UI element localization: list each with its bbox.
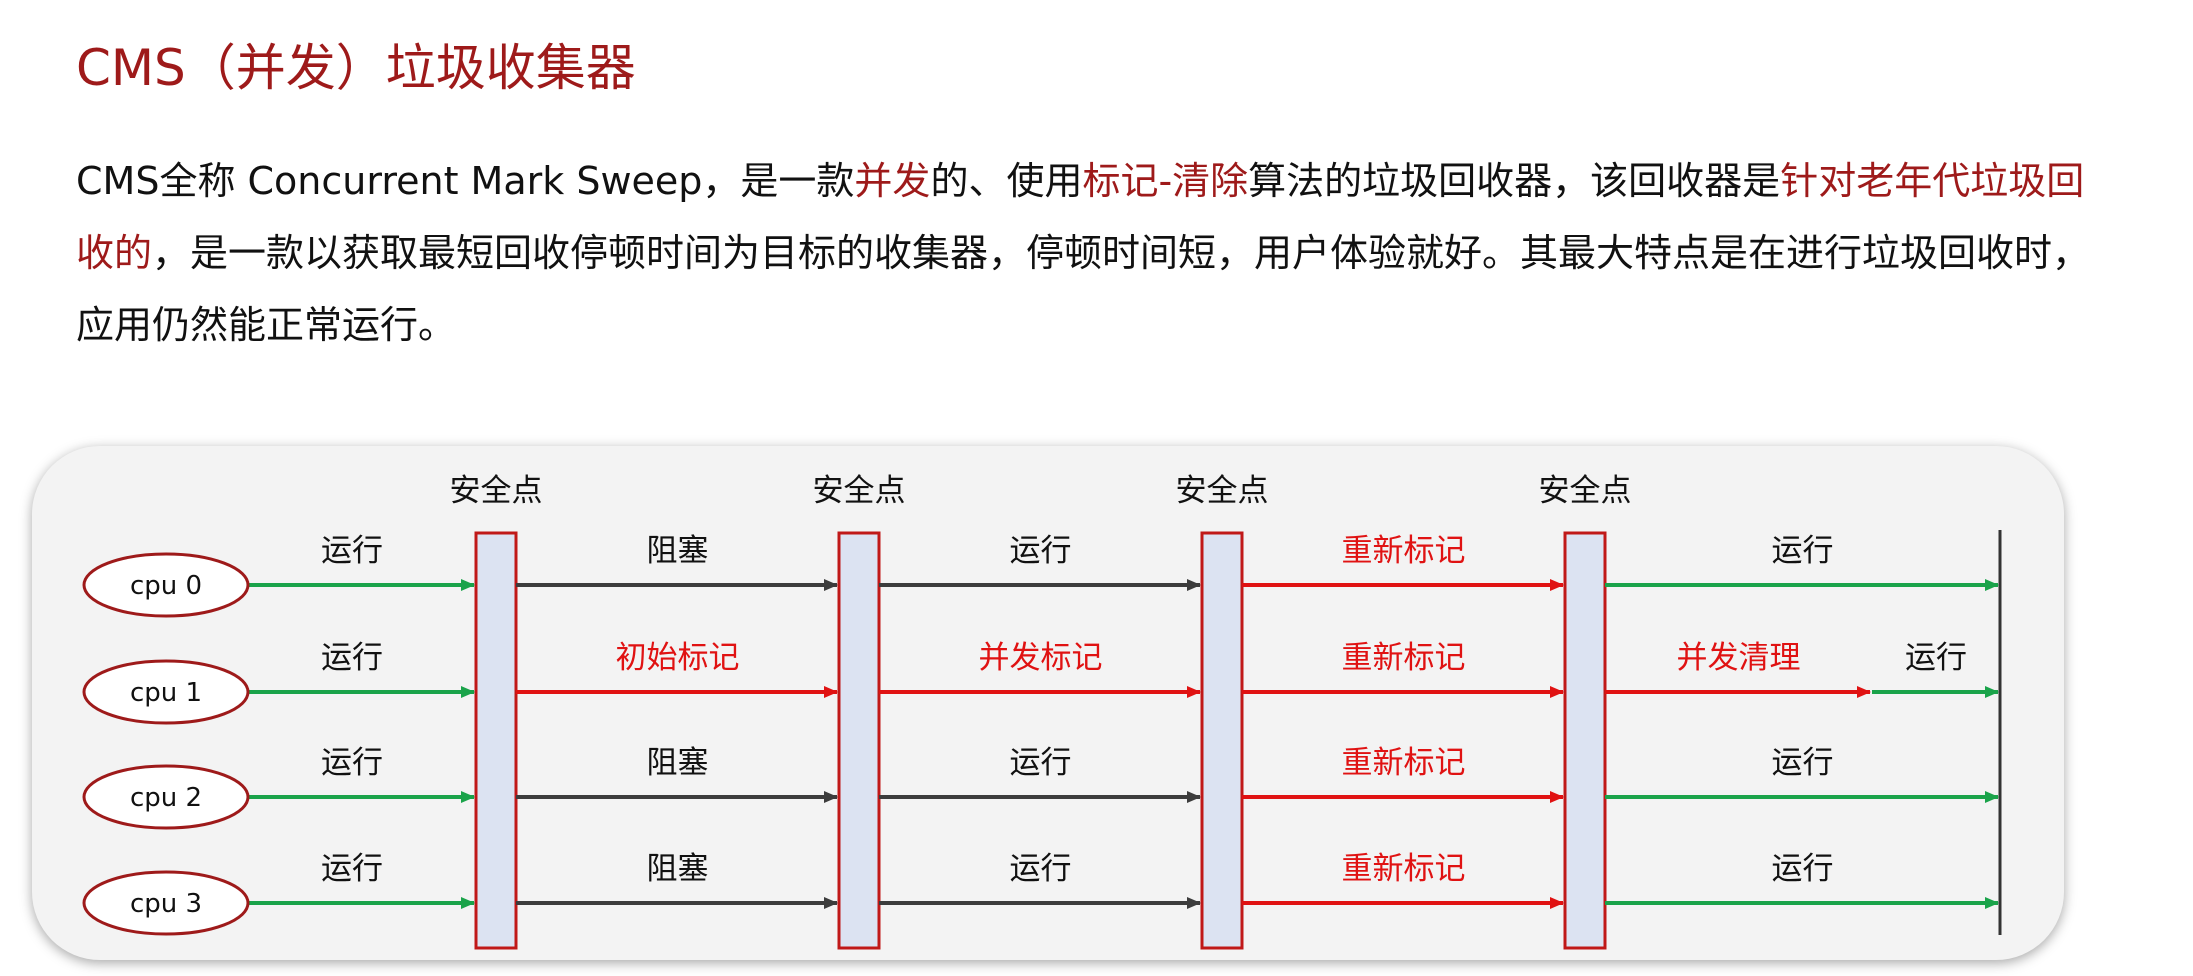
segment-label: 重新标记 (1342, 851, 1466, 887)
segment-label: 阻塞 (647, 533, 709, 569)
segment-label: 重新标记 (1342, 533, 1466, 569)
cms-timeline-diagram: 安全点 安全点 安全点 安全点cpu 0运行 阻塞 运行 重新标记 运行cpu 1运行 初始标记… (82, 473, 2002, 950)
segment-label: 运行 (1010, 745, 1072, 781)
segment-label: 运行 (321, 851, 383, 887)
safepoint-label: 安全点 (1539, 473, 1632, 509)
safepoint-bar (474, 531, 518, 950)
segment-label: 初始标记 (616, 640, 740, 676)
safepoint-label: 安全点 (813, 473, 906, 509)
segment-label: 运行 (321, 640, 383, 676)
segment-label: 重新标记 (1342, 640, 1466, 676)
segment-label: 运行 (1772, 851, 1834, 887)
safepoint-label: 安全点 (1176, 473, 1269, 509)
cpu-label: cpu 0 (130, 571, 202, 601)
segment-label: 运行 (1010, 851, 1072, 887)
segment-label: 并发清理 (1677, 640, 1801, 676)
segment-label: 并发标记 (979, 640, 1103, 676)
safepoint-bar (1200, 531, 1244, 950)
segment-label: 运行 (1905, 640, 1967, 676)
safepoint-label: 安全点 (450, 473, 543, 509)
cpu-label: cpu 1 (130, 678, 202, 708)
segment-label: 运行 (1772, 745, 1834, 781)
segment-label: 阻塞 (647, 745, 709, 781)
cpu-label: cpu 2 (130, 783, 202, 813)
segment-label: 运行 (321, 745, 383, 781)
segment-label: 重新标记 (1342, 745, 1466, 781)
safepoint-bar (837, 531, 881, 950)
segment-label: 运行 (321, 533, 383, 569)
segment-label: 运行 (1010, 533, 1072, 569)
segment-label: 阻塞 (647, 851, 709, 887)
cpu-label: cpu 3 (130, 889, 202, 919)
segment-label: 运行 (1772, 533, 1834, 569)
safepoint-bar (1563, 531, 1607, 950)
